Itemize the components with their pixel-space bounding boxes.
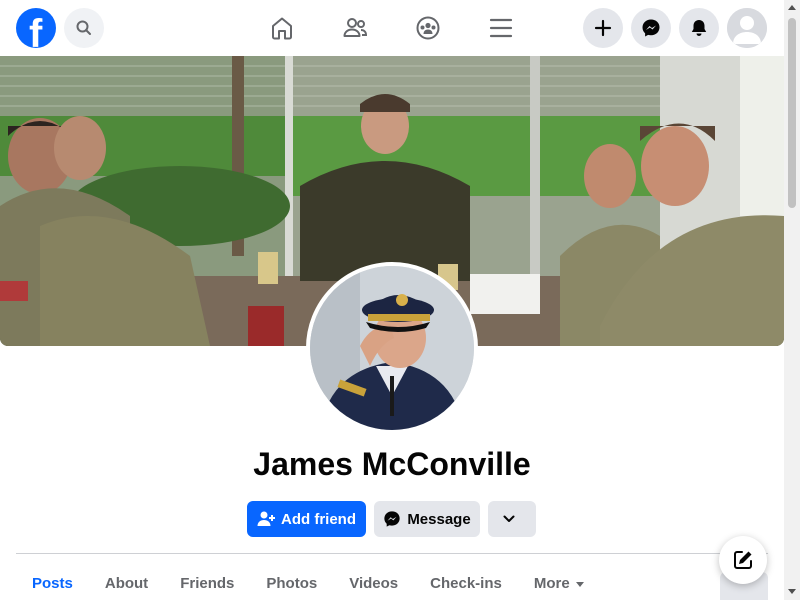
search-icon xyxy=(76,20,91,35)
nav-home[interactable] xyxy=(262,8,302,48)
search-button[interactable] xyxy=(64,8,104,48)
message-button[interactable]: Message xyxy=(374,501,480,537)
tab-photos[interactable]: Photos xyxy=(250,564,333,604)
account-avatar[interactable] xyxy=(727,8,767,48)
friends-icon xyxy=(343,18,368,37)
tab-more[interactable]: More xyxy=(518,564,600,604)
menu-icon xyxy=(489,18,513,38)
notifications-button[interactable] xyxy=(679,8,719,48)
tab-videos[interactable]: Videos xyxy=(333,564,414,604)
bell-icon xyxy=(691,20,707,36)
facebook-logo-letter: f xyxy=(29,12,43,48)
caret-down-icon xyxy=(575,581,584,587)
nav-menu[interactable] xyxy=(481,8,521,48)
scroll-down-arrow-icon[interactable] xyxy=(788,589,796,594)
new-message-button[interactable] xyxy=(719,536,767,584)
tab-posts[interactable]: Posts xyxy=(16,564,89,604)
top-navigation-bar: f xyxy=(0,0,784,56)
page-scrollbar[interactable] xyxy=(784,0,800,600)
profile-name: James McConville xyxy=(253,446,531,482)
create-button[interactable] xyxy=(583,8,623,48)
tab-check-ins[interactable]: Check-ins xyxy=(414,564,518,604)
more-actions-button[interactable] xyxy=(488,501,536,537)
tab-more-label: More xyxy=(533,575,570,592)
profile-tabs: Posts About Friends Photos Videos Check-… xyxy=(16,564,600,600)
profile-divider xyxy=(16,553,768,554)
avatar-placeholder-icon xyxy=(727,8,767,48)
messenger-icon xyxy=(384,511,400,527)
messenger-button[interactable] xyxy=(631,8,671,48)
profile-picture-image xyxy=(310,266,474,430)
nav-groups[interactable] xyxy=(408,8,448,48)
profile-picture[interactable] xyxy=(306,262,478,434)
compose-icon xyxy=(734,551,752,569)
tab-friends[interactable]: Friends xyxy=(164,564,250,604)
scroll-thumb[interactable] xyxy=(788,18,796,208)
message-label: Message xyxy=(407,510,471,528)
home-icon xyxy=(272,17,292,40)
add-friend-button[interactable]: Add friend xyxy=(247,501,366,537)
groups-icon xyxy=(416,16,440,40)
chevron-down-icon xyxy=(503,515,515,522)
facebook-logo[interactable]: f xyxy=(16,8,56,48)
add-friend-icon xyxy=(257,511,275,526)
messenger-icon xyxy=(642,19,660,37)
scroll-up-arrow-icon[interactable] xyxy=(788,5,796,10)
nav-friends[interactable] xyxy=(335,8,375,48)
plus-icon xyxy=(594,19,612,37)
tab-about[interactable]: About xyxy=(89,564,164,604)
add-friend-label: Add friend xyxy=(281,510,356,528)
